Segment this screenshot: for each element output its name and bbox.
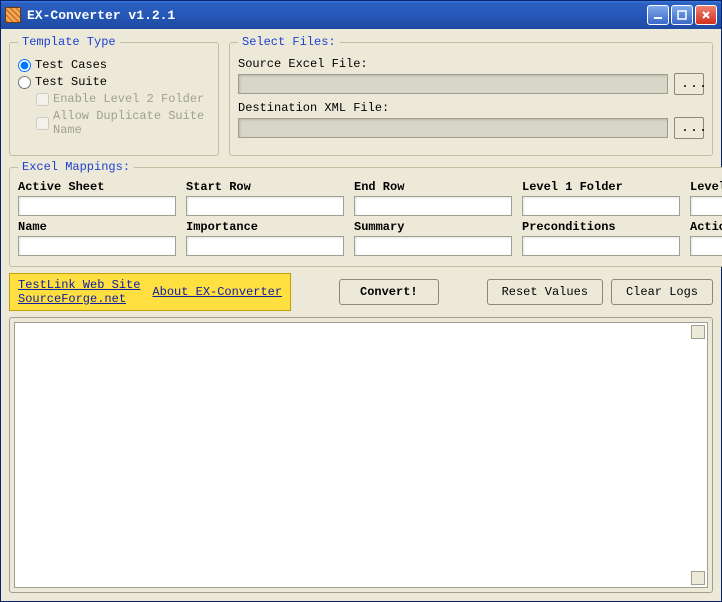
- check-dup-input: [36, 117, 49, 130]
- input-level2[interactable]: [690, 196, 722, 216]
- input-actions[interactable]: [690, 236, 722, 256]
- app-window: EX-Converter v1.2.1 Template Type Test C…: [0, 0, 722, 602]
- check-dup-label: Allow Duplicate Suite Name: [53, 109, 210, 137]
- label-preconditions: Preconditions: [522, 220, 680, 234]
- window-title: EX-Converter v1.2.1: [27, 8, 647, 23]
- source-file-label: Source Excel File:: [238, 57, 704, 71]
- links-col: TestLink Web Site SourceForge.net: [18, 278, 140, 306]
- label-summary: Summary: [354, 220, 512, 234]
- window-buttons: [647, 5, 717, 25]
- scroll-up-icon[interactable]: [691, 325, 705, 339]
- link-testlink[interactable]: TestLink Web Site: [18, 278, 140, 292]
- maximize-button[interactable]: [671, 5, 693, 25]
- check-level2: Enable Level 2 Folder: [36, 92, 210, 106]
- dest-file-label: Destination XML File:: [238, 101, 704, 115]
- radio-test-suite-input[interactable]: [18, 76, 31, 89]
- col-actions: Actions: [690, 220, 722, 256]
- action-row: TestLink Web Site SourceForge.net About …: [9, 273, 713, 311]
- dest-file-input[interactable]: [238, 118, 668, 138]
- dest-file-row: ...: [238, 117, 704, 139]
- convert-button[interactable]: Convert!: [339, 279, 439, 305]
- link-sourceforge[interactable]: SourceForge.net: [18, 292, 140, 306]
- col-summary: Summary: [354, 220, 512, 256]
- log-textarea[interactable]: [14, 322, 708, 588]
- label-importance: Importance: [186, 220, 344, 234]
- top-row: Template Type Test Cases Test Suite Enab…: [9, 35, 713, 156]
- radio-test-suite-label: Test Suite: [35, 75, 107, 89]
- input-start-row[interactable]: [186, 196, 344, 216]
- check-dup: Allow Duplicate Suite Name: [36, 109, 210, 137]
- radio-test-cases-input[interactable]: [18, 59, 31, 72]
- check-level2-input: [36, 93, 49, 106]
- content-area: Template Type Test Cases Test Suite Enab…: [1, 29, 721, 601]
- log-group: [9, 317, 713, 593]
- app-icon: [5, 7, 21, 23]
- input-summary[interactable]: [354, 236, 512, 256]
- label-name: Name: [18, 220, 176, 234]
- input-end-row[interactable]: [354, 196, 512, 216]
- titlebar: EX-Converter v1.2.1: [1, 1, 721, 29]
- mappings-grid: Active Sheet Start Row End Row Level 1 F…: [18, 180, 722, 256]
- minimize-icon: [653, 10, 663, 20]
- template-legend: Template Type: [18, 35, 120, 49]
- label-level1: Level 1 Folder: [522, 180, 680, 194]
- input-importance[interactable]: [186, 236, 344, 256]
- input-level1[interactable]: [522, 196, 680, 216]
- col-level2: Level 2 Folder: [690, 180, 722, 216]
- clear-logs-button[interactable]: Clear Logs: [611, 279, 713, 305]
- col-end-row: End Row: [354, 180, 512, 216]
- col-active-sheet: Active Sheet: [18, 180, 176, 216]
- files-legend: Select Files:: [238, 35, 340, 49]
- label-actions: Actions: [690, 220, 722, 234]
- col-importance: Importance: [186, 220, 344, 256]
- template-type-group: Template Type Test Cases Test Suite Enab…: [9, 35, 219, 156]
- radio-test-cases[interactable]: Test Cases: [18, 58, 210, 72]
- link-about[interactable]: About EX-Converter: [152, 285, 282, 299]
- close-icon: [701, 10, 711, 20]
- browse-source-button[interactable]: ...: [674, 73, 704, 95]
- radio-test-suite[interactable]: Test Suite: [18, 75, 210, 89]
- col-name: Name: [18, 220, 176, 256]
- input-preconditions[interactable]: [522, 236, 680, 256]
- browse-dest-button[interactable]: ...: [674, 117, 704, 139]
- col-start-row: Start Row: [186, 180, 344, 216]
- mappings-legend: Excel Mappings:: [18, 160, 134, 174]
- links-box: TestLink Web Site SourceForge.net About …: [9, 273, 291, 311]
- scroll-down-icon[interactable]: [691, 571, 705, 585]
- excel-mappings-group: Excel Mappings: Active Sheet Start Row E…: [9, 160, 722, 267]
- close-button[interactable]: [695, 5, 717, 25]
- col-level1: Level 1 Folder: [522, 180, 680, 216]
- select-files-group: Select Files: Source Excel File: ... Des…: [229, 35, 713, 156]
- col-preconditions: Preconditions: [522, 220, 680, 256]
- reset-values-button[interactable]: Reset Values: [487, 279, 603, 305]
- minimize-button[interactable]: [647, 5, 669, 25]
- input-active-sheet[interactable]: [18, 196, 176, 216]
- label-active-sheet: Active Sheet: [18, 180, 176, 194]
- label-start-row: Start Row: [186, 180, 344, 194]
- maximize-icon: [677, 10, 687, 20]
- input-name[interactable]: [18, 236, 176, 256]
- label-level2: Level 2 Folder: [690, 180, 722, 194]
- source-file-input[interactable]: [238, 74, 668, 94]
- label-end-row: End Row: [354, 180, 512, 194]
- radio-test-cases-label: Test Cases: [35, 58, 107, 72]
- check-level2-label: Enable Level 2 Folder: [53, 92, 204, 106]
- source-file-row: ...: [238, 73, 704, 95]
